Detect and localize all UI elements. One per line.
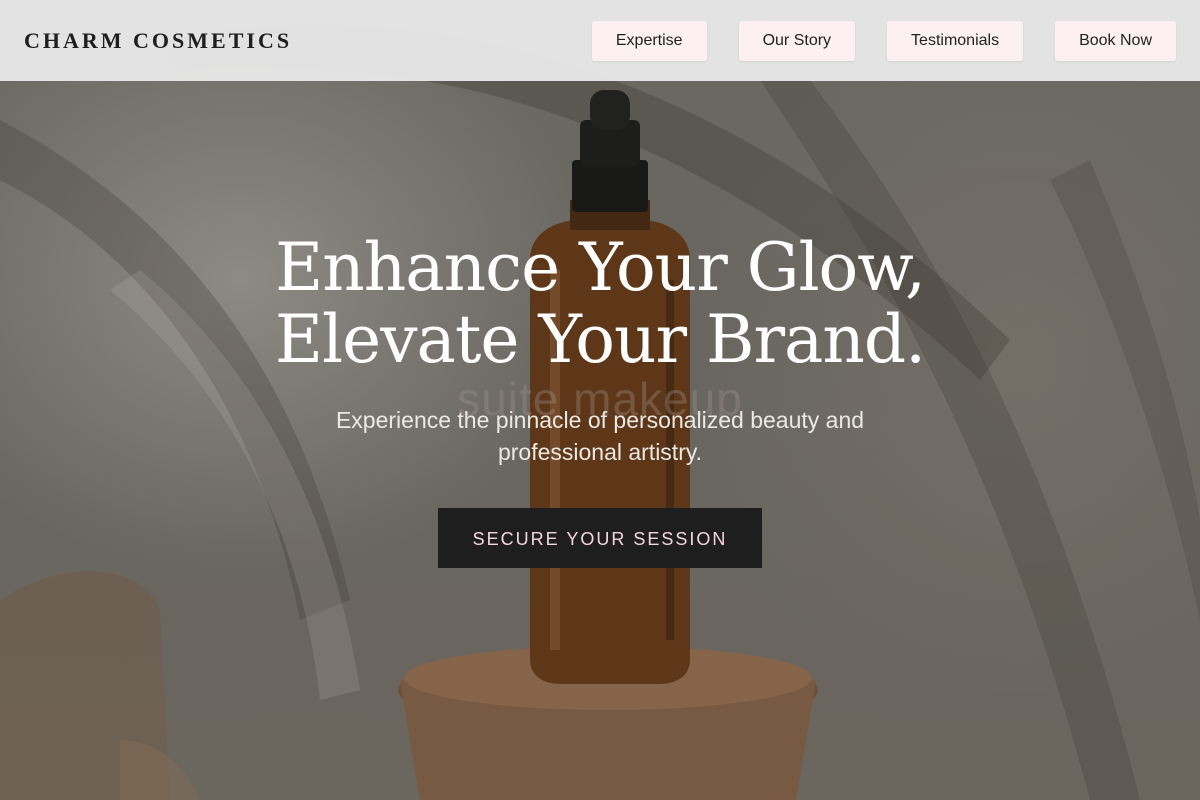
hero-section: Enhance Your Glow, Elevate Your Brand. E… bbox=[0, 232, 1200, 568]
brand-logo[interactable]: CHARM COSMETICS bbox=[24, 28, 292, 54]
main-nav: Expertise Our Story Testimonials Book No… bbox=[591, 20, 1176, 61]
nav-button-testimonials[interactable]: Testimonials bbox=[887, 20, 1024, 61]
nav-button-our-story[interactable]: Our Story bbox=[738, 20, 856, 61]
landing-page: suite makeup CHARM COSMETICS Expertise O… bbox=[0, 0, 1200, 800]
nav-button-book-now[interactable]: Book Now bbox=[1055, 20, 1176, 61]
hero-headline-line-1: Enhance Your Glow, bbox=[275, 229, 926, 306]
secure-session-button[interactable]: SECURE YOUR SESSION bbox=[438, 508, 762, 568]
hero-headline-line-2: Elevate Your Brand. bbox=[274, 301, 926, 378]
hero-headline: Enhance Your Glow, Elevate Your Brand. bbox=[0, 232, 1200, 376]
site-header: CHARM COSMETICS Expertise Our Story Test… bbox=[0, 0, 1200, 81]
nav-button-expertise[interactable]: Expertise bbox=[591, 20, 707, 61]
hero-subtitle: Experience the pinnacle of personalized … bbox=[335, 407, 865, 465]
